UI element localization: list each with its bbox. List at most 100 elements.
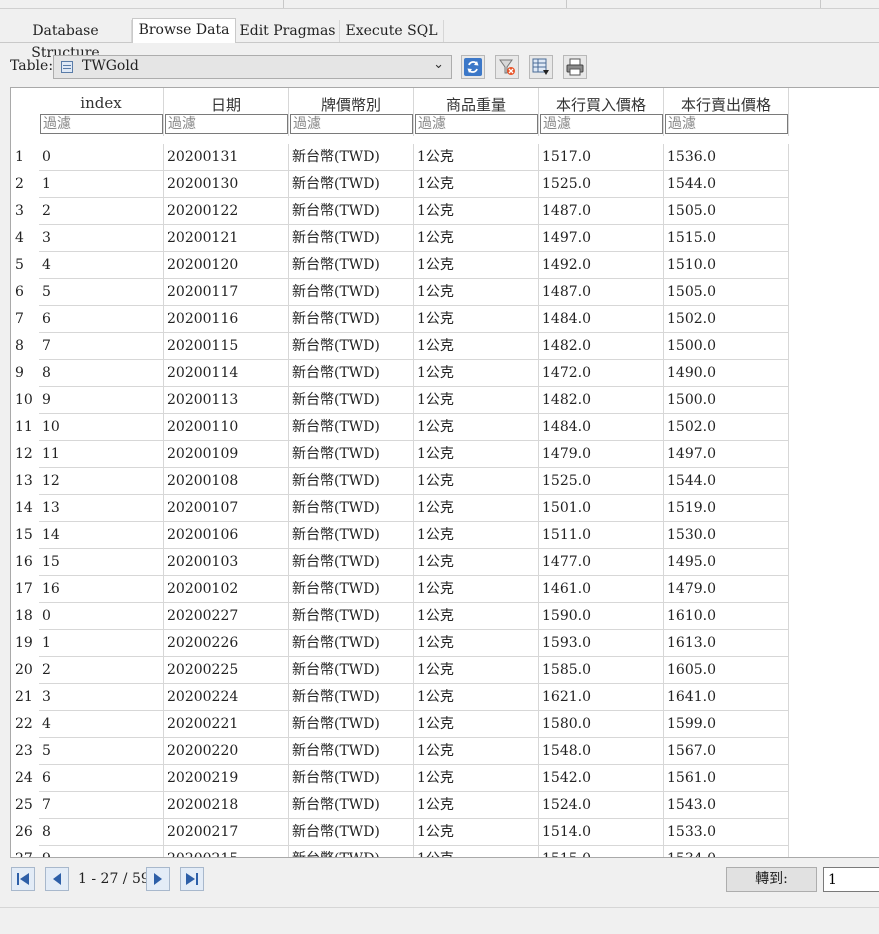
weight-cell[interactable]: 1公克 — [414, 495, 539, 522]
weight-cell[interactable]: 1公克 — [414, 387, 539, 414]
date-cell[interactable]: 20200106 — [164, 522, 289, 549]
filter-input-date[interactable] — [165, 114, 288, 134]
filter-input-sell-price[interactable] — [665, 114, 788, 134]
table-row[interactable]: 27920200215新台幣(TWD)1公克1515.01534.0 — [11, 846, 879, 857]
table-row[interactable]: 14 13 20200107 新台幣(TWD) 1公克 1501.0 1519.0 — [11, 495, 879, 522]
sell-price-cell[interactable]: 1599.0 — [664, 711, 789, 738]
date-cell[interactable]: 20200120 — [164, 252, 289, 279]
index-cell[interactable]: 4 — [39, 711, 164, 738]
date-cell[interactable]: 20200219 — [164, 765, 289, 792]
buy-price-cell[interactable]: 1580.0 — [539, 711, 664, 738]
filter-input-currency[interactable] — [290, 114, 413, 134]
column-header-buy-price[interactable]: 本行買入價格 — [539, 88, 664, 136]
index-cell[interactable]: 3 — [39, 225, 164, 252]
weight-cell[interactable]: 1公克 — [414, 225, 539, 252]
buy-price-cell[interactable]: 1482.0 — [539, 333, 664, 360]
sell-price-cell[interactable]: 1495.0 — [664, 549, 789, 576]
buy-price-cell[interactable]: 1590.0 — [539, 603, 664, 630]
weight-cell[interactable]: 1公克 — [414, 144, 539, 171]
table-row[interactable]: 16 15 20200103 新台幣(TWD) 1公克 1477.0 1495.0 — [11, 549, 879, 576]
table-row[interactable]: 6 5 20200117 新台幣(TWD) 1公克 1487.0 1505.0 — [11, 279, 879, 306]
currency-cell[interactable]: 新台幣(TWD) — [289, 387, 414, 414]
row-number[interactable]: 20 — [11, 657, 39, 684]
sell-price-cell[interactable]: 1497.0 — [664, 441, 789, 468]
table-row[interactable]: 8 7 20200115 新台幣(TWD) 1公克 1482.0 1500.0 — [11, 333, 879, 360]
table-row[interactable]: 21 3 20200224 新台幣(TWD) 1公克 1621.0 1641.0 — [11, 684, 879, 711]
index-cell[interactable]: 2 — [39, 198, 164, 225]
weight-cell[interactable]: 1公克 — [414, 711, 539, 738]
refresh-button[interactable] — [461, 55, 485, 79]
currency-cell[interactable]: 新台幣(TWD) — [289, 360, 414, 387]
date-cell[interactable]: 20200110 — [164, 414, 289, 441]
sell-price-cell[interactable]: 1605.0 — [664, 657, 789, 684]
sell-price-cell[interactable]: 1519.0 — [664, 495, 789, 522]
sell-price-cell[interactable]: 1543.0 — [664, 792, 789, 819]
date-cell[interactable]: 20200130 — [164, 171, 289, 198]
index-cell[interactable]: 12 — [39, 468, 164, 495]
weight-cell[interactable]: 1公克 — [414, 765, 539, 792]
date-cell[interactable]: 20200103 — [164, 549, 289, 576]
previous-page-button[interactable] — [45, 867, 69, 891]
weight-cell[interactable]: 1公克 — [414, 576, 539, 603]
sell-price-cell[interactable]: 1530.0 — [664, 522, 789, 549]
row-number[interactable]: 16 — [11, 549, 39, 576]
weight-cell[interactable]: 1公克 — [414, 252, 539, 279]
table-row[interactable]: 3 2 20200122 新台幣(TWD) 1公克 1487.0 1505.0 — [11, 198, 879, 225]
currency-cell[interactable]: 新台幣(TWD) — [289, 684, 414, 711]
date-cell[interactable]: 20200121 — [164, 225, 289, 252]
currency-cell[interactable]: 新台幣(TWD) — [289, 846, 414, 857]
row-number[interactable]: 4 — [11, 225, 39, 252]
row-number[interactable]: 26 — [11, 819, 39, 846]
sell-price-cell[interactable]: 1502.0 — [664, 414, 789, 441]
sell-price-cell[interactable]: 1500.0 — [664, 387, 789, 414]
table-row[interactable]: 23 5 20200220 新台幣(TWD) 1公克 1548.0 1567.0 — [11, 738, 879, 765]
buy-price-cell[interactable]: 1492.0 — [539, 252, 664, 279]
table-row[interactable]: 1 0 20200131 新台幣(TWD) 1公克 1517.0 1536.0 — [11, 144, 879, 171]
currency-cell[interactable]: 新台幣(TWD) — [289, 765, 414, 792]
index-cell[interactable]: 10 — [39, 414, 164, 441]
table-select[interactable]: TWGold ⌄ — [53, 55, 452, 79]
sell-price-cell[interactable]: 1510.0 — [664, 252, 789, 279]
buy-price-cell[interactable]: 1514.0 — [539, 819, 664, 846]
currency-cell[interactable]: 新台幣(TWD) — [289, 738, 414, 765]
buy-price-cell[interactable]: 1525.0 — [539, 468, 664, 495]
currency-cell[interactable]: 新台幣(TWD) — [289, 198, 414, 225]
clear-filters-button[interactable] — [495, 55, 519, 79]
currency-cell[interactable]: 新台幣(TWD) — [289, 279, 414, 306]
filter-input-buy-price[interactable] — [540, 114, 663, 134]
date-cell[interactable]: 20200221 — [164, 711, 289, 738]
index-cell[interactable]: 5 — [39, 738, 164, 765]
sell-price-cell[interactable]: 1500.0 — [664, 333, 789, 360]
buy-price-cell[interactable]: 1585.0 — [539, 657, 664, 684]
row-number[interactable]: 25 — [11, 792, 39, 819]
sell-price-cell[interactable]: 1490.0 — [664, 360, 789, 387]
date-cell[interactable]: 20200226 — [164, 630, 289, 657]
weight-cell[interactable]: 1公克 — [414, 198, 539, 225]
index-cell[interactable]: 6 — [39, 306, 164, 333]
currency-cell[interactable]: 新台幣(TWD) — [289, 630, 414, 657]
currency-cell[interactable]: 新台幣(TWD) — [289, 306, 414, 333]
date-cell[interactable]: 20200114 — [164, 360, 289, 387]
table-row[interactable]: 17 16 20200102 新台幣(TWD) 1公克 1461.0 1479.0 — [11, 576, 879, 603]
currency-cell[interactable]: 新台幣(TWD) — [289, 144, 414, 171]
row-number[interactable]: 8 — [11, 333, 39, 360]
currency-cell[interactable]: 新台幣(TWD) — [289, 468, 414, 495]
table-row[interactable]: 22 4 20200221 新台幣(TWD) 1公克 1580.0 1599.0 — [11, 711, 879, 738]
date-cell[interactable]: 20200113 — [164, 387, 289, 414]
date-cell[interactable]: 20200115 — [164, 333, 289, 360]
weight-cell[interactable]: 1公克 — [414, 333, 539, 360]
save-table-button[interactable] — [529, 55, 553, 79]
table-row[interactable]: 26 8 20200217 新台幣(TWD) 1公克 1514.0 1533.0 — [11, 819, 879, 846]
row-number[interactable]: 2 — [11, 171, 39, 198]
table-row[interactable]: 19 1 20200226 新台幣(TWD) 1公克 1593.0 1613.0 — [11, 630, 879, 657]
column-header-sell-price[interactable]: 本行賣出價格 — [664, 88, 789, 136]
table-row[interactable]: 20 2 20200225 新台幣(TWD) 1公克 1585.0 1605.0 — [11, 657, 879, 684]
buy-price-cell[interactable]: 1484.0 — [539, 306, 664, 333]
currency-cell[interactable]: 新台幣(TWD) — [289, 603, 414, 630]
row-number[interactable]: 18 — [11, 603, 39, 630]
date-cell[interactable]: 20200107 — [164, 495, 289, 522]
print-button[interactable] — [563, 55, 587, 79]
index-cell[interactable]: 1 — [39, 171, 164, 198]
date-cell[interactable]: 20200220 — [164, 738, 289, 765]
table-row[interactable]: 10 9 20200113 新台幣(TWD) 1公克 1482.0 1500.0 — [11, 387, 879, 414]
